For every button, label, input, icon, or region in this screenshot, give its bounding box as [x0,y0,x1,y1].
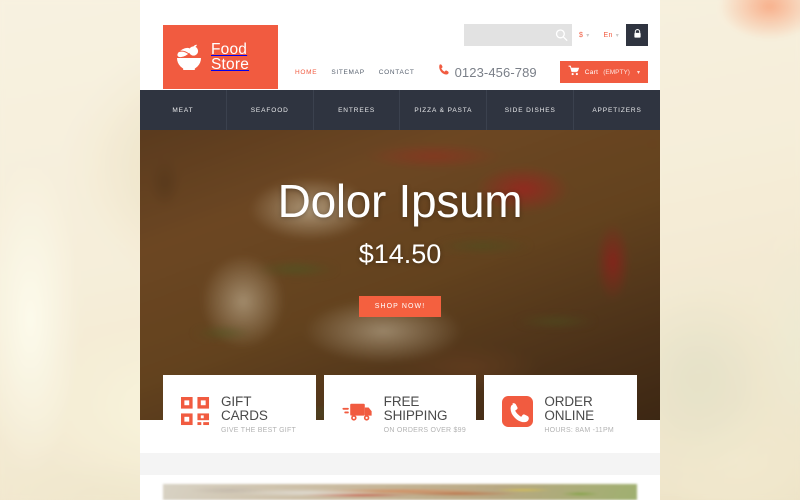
site-header: Food Store $ ▾ En ▾ HOME SITEMAP CONTACT… [140,0,660,90]
lock-icon [632,26,643,44]
feature-subtitle: GIVE THE BEST GIFT [221,426,297,434]
phone-square-icon [502,396,534,432]
site-content-column: Food Store $ ▾ En ▾ HOME SITEMAP CONTACT… [140,0,660,500]
cart-status: (EMPTY) [603,68,630,76]
logo-line-1: Food [211,40,248,58]
feature-card-text: ORDER ONLINE HOURS: 8AM -11PM [544,393,614,434]
topnav-item-sitemap[interactable]: SITEMAP [331,69,364,76]
chevron-down-icon: ▾ [615,32,619,39]
currency-label: $ [579,31,584,39]
feature-title-line-2: ONLINE [544,408,595,423]
search-icon[interactable] [555,29,568,42]
delivery-truck-icon [342,401,373,428]
header-secondary-row: HOME SITEMAP CONTACT 0123-456-789 Cart (… [295,60,648,84]
feature-title-line-2: SHIPPING [383,408,448,423]
feature-subtitle: ON ORDERS OVER $99 [383,426,466,434]
feature-title-line-2: CARDS [221,408,268,423]
topnav-item-home[interactable]: HOME [295,69,317,76]
top-navigation: HOME SITEMAP CONTACT [295,69,415,76]
menu-item-side-dishes[interactable]: SIDE DISHES [487,90,575,130]
bowl-fruit-icon [174,43,204,71]
topnav-item-contact[interactable]: CONTACT [379,69,415,76]
feature-title-line-1: ORDER [544,393,593,409]
menu-item-appetizers[interactable]: APPETIZERS [574,90,660,130]
phone-block: 0123-456-789 [437,63,537,81]
feature-card-text: FREE SHIPPING ON ORDERS OVER $99 [383,393,466,434]
search-box[interactable] [464,24,572,46]
menu-item-entrees[interactable]: ENTREES [314,90,401,130]
feature-card-free-shipping[interactable]: FREE SHIPPING ON ORDERS OVER $99 [323,375,477,453]
cart-label: Cart [584,68,599,76]
chevron-down-icon: ▾ [636,69,640,76]
phone-number[interactable]: 0123-456-789 [455,65,537,80]
category-menu: MEAT SEAFOOD ENTREES PIZZA & PASTA SIDE … [140,90,660,130]
menu-item-meat[interactable]: MEAT [140,90,227,130]
language-label: En [603,31,613,39]
logo-line-2: Store [211,56,250,73]
feature-card-order-online[interactable]: ORDER ONLINE HOURS: 8AM -11PM [484,375,638,453]
feature-title-line-1: GIFT [221,393,252,409]
feature-subtitle: HOURS: 8AM -11PM [544,426,614,434]
logo-text: Food Store [211,40,250,73]
site-logo[interactable]: Food Store [163,25,278,89]
feature-title-line-1: FREE [383,393,420,409]
chevron-down-icon: ▾ [586,32,590,39]
hero-title: Dolor Ipsum [277,175,523,227]
qr-code-icon [181,397,210,431]
hero-price: $14.50 [358,239,442,269]
language-selector[interactable]: En ▾ [596,24,626,46]
account-button[interactable] [626,24,648,46]
cart-button[interactable]: Cart (EMPTY) ▾ [559,61,648,83]
feature-card-text: GIFT CARDS GIVE THE BEST GIFT [221,393,297,434]
shop-now-button[interactable]: SHOP NOW! [358,296,442,317]
currency-selector[interactable]: $ ▾ [572,24,597,46]
menu-item-seafood[interactable]: SEAFOOD [227,90,314,130]
menu-item-pizza-pasta[interactable]: PIZZA & PASTA [400,90,488,130]
feature-card-gift-cards[interactable]: GIFT CARDS GIVE THE BEST GIFT [163,375,316,453]
phone-icon [437,63,450,81]
next-section-image [163,484,637,500]
feature-cards: GIFT CARDS GIVE THE BEST GIFT FREE SHIPP… [163,375,638,453]
section-separator [140,453,660,475]
utility-bar: $ ▾ En ▾ [464,24,648,46]
cart-icon [568,63,580,81]
